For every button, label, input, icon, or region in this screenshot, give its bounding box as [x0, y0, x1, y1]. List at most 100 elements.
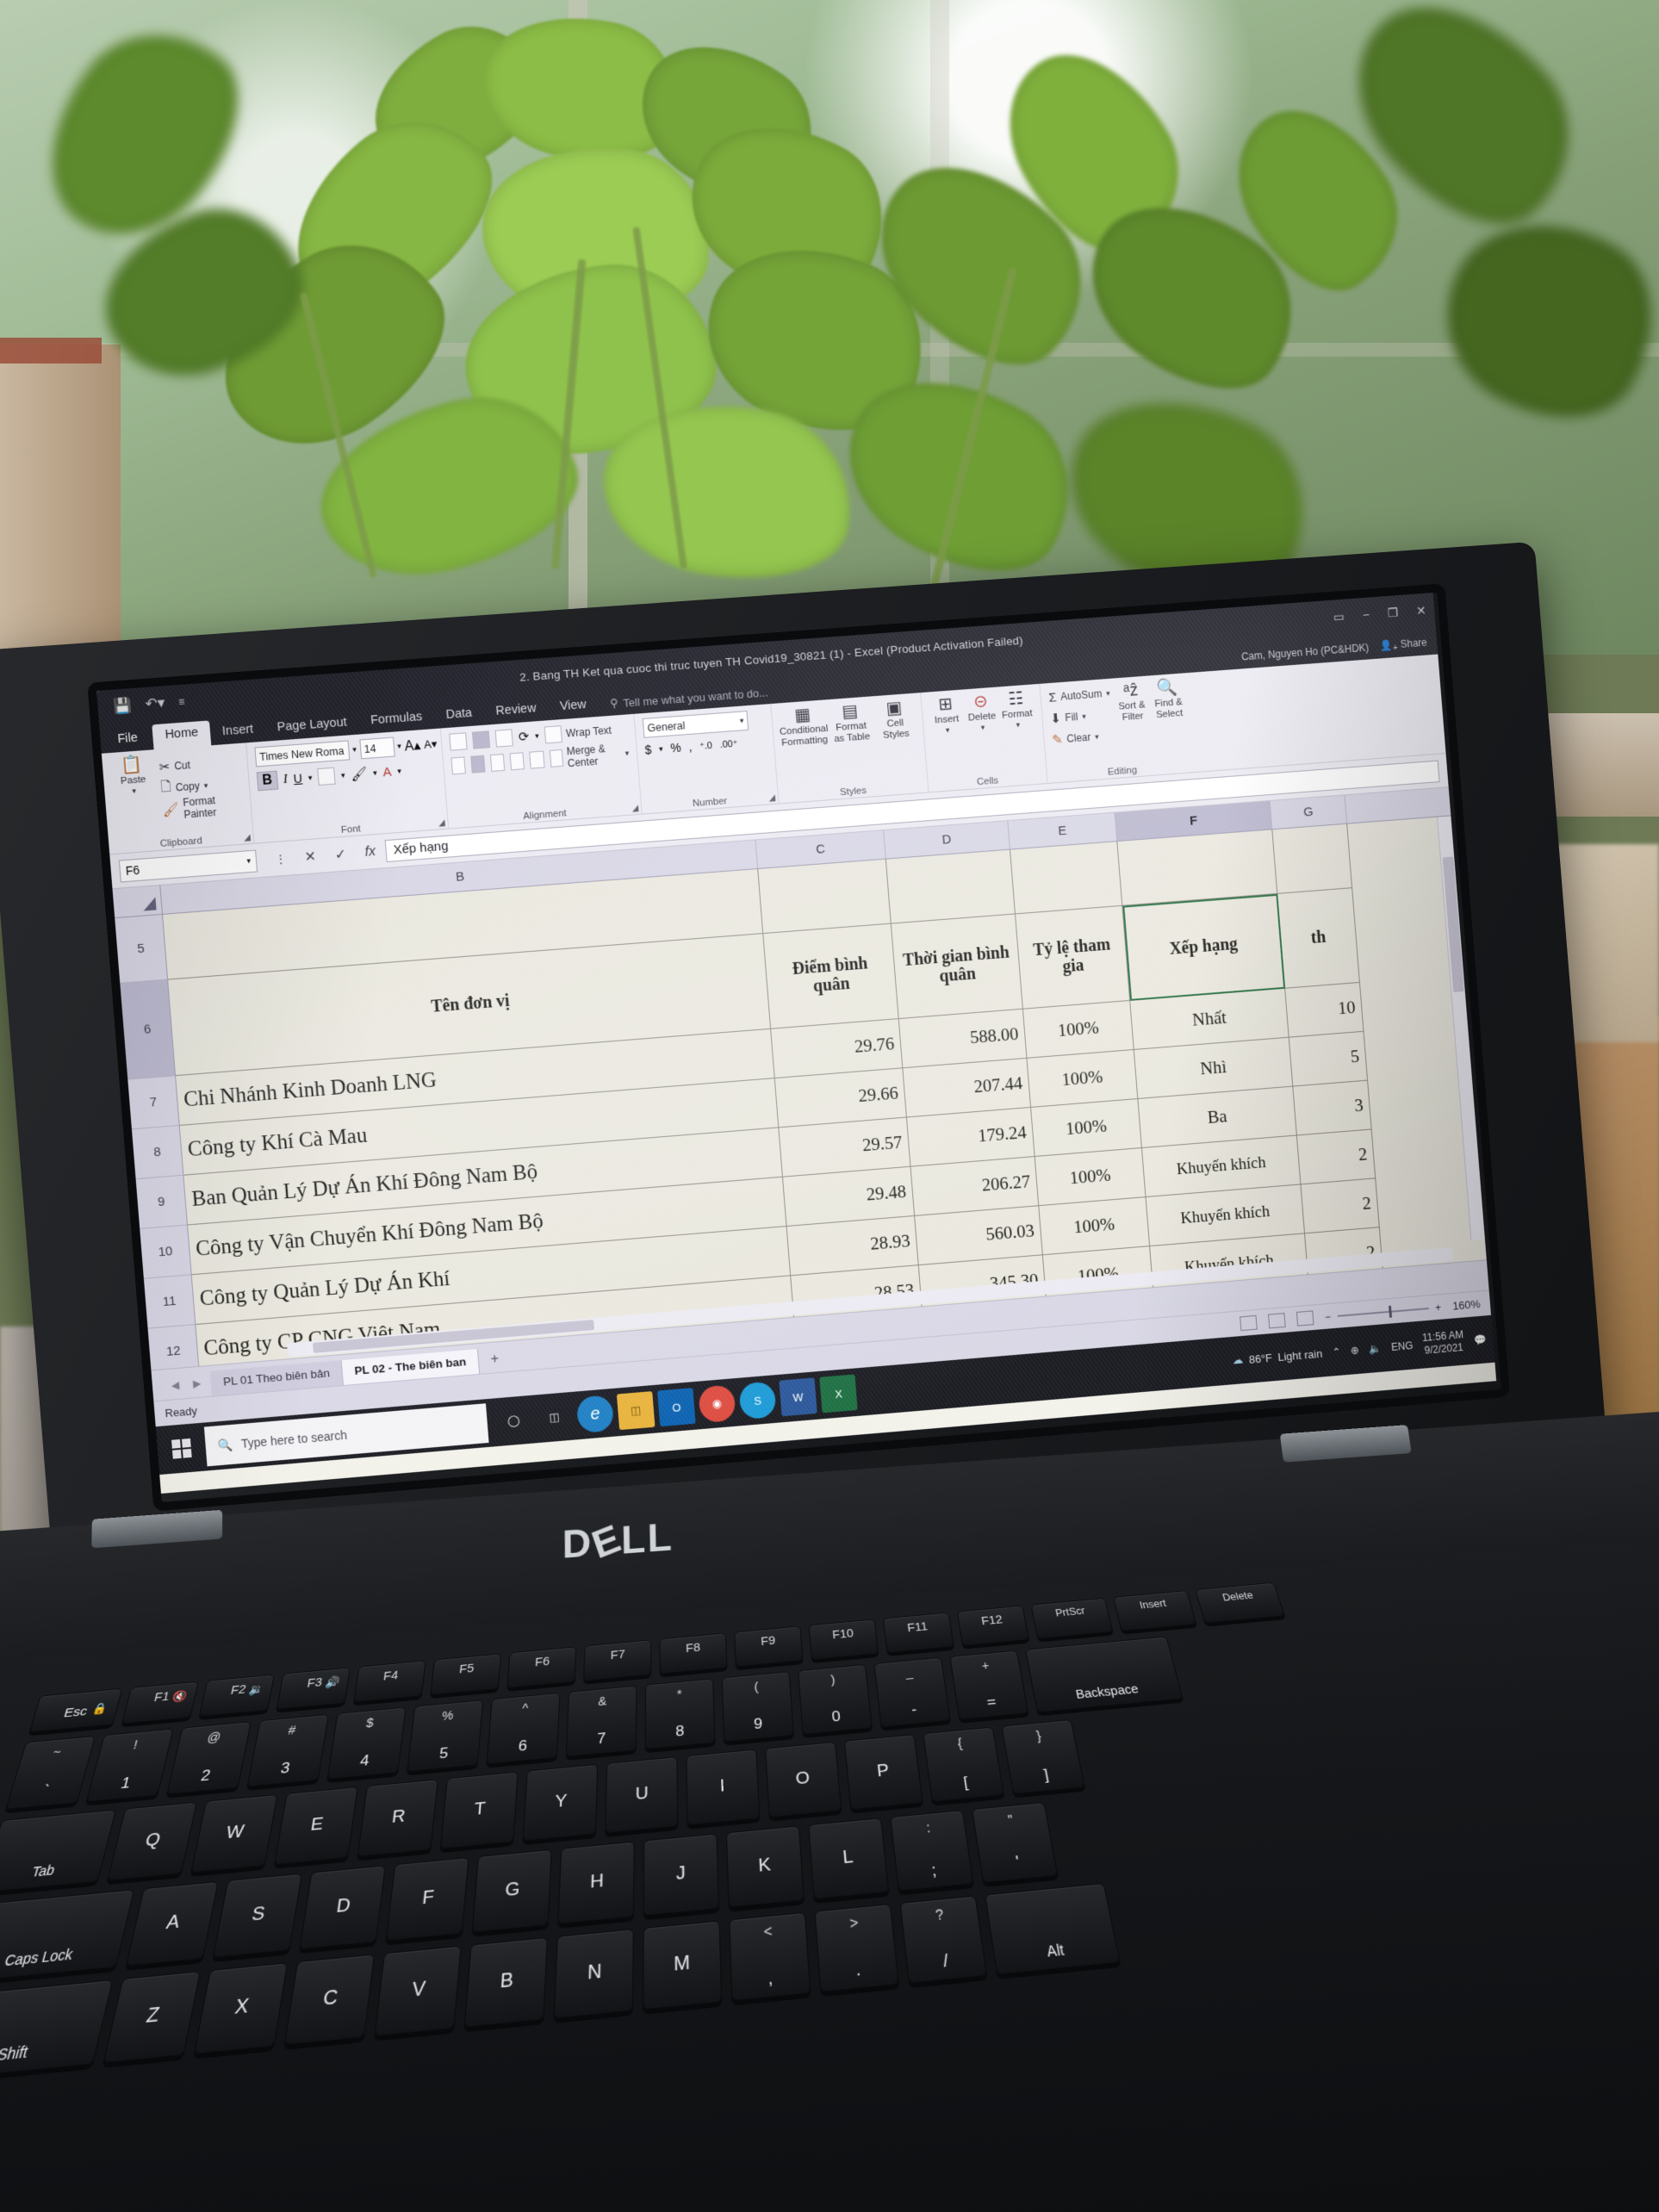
key-shift-left[interactable]: Shift	[0, 1979, 114, 2082]
volume-icon[interactable]: 🔈	[1369, 1342, 1382, 1355]
row-header-12[interactable]: 12	[147, 1325, 200, 1370]
key-d[interactable]: D	[299, 1865, 386, 1950]
key-0[interactable]: ) 0	[798, 1663, 873, 1736]
wrap-text-button[interactable]: Wrap Text	[544, 721, 612, 745]
keyboard[interactable]: Esc 🔒 F1 🔇 F2 🔉 F3 🔊 F4 F5 F6 F7 F8 F9 F10 F…	[0, 1550, 1659, 2212]
key-p[interactable]: P	[843, 1734, 923, 1811]
key-f8[interactable]: F8	[659, 1632, 728, 1675]
zoom-out-button[interactable]: −	[1325, 1310, 1332, 1322]
tab-view[interactable]: View	[547, 693, 599, 720]
row-header-6[interactable]: 6	[120, 979, 177, 1080]
key-caps-lock[interactable]: Caps Lock	[0, 1889, 135, 1984]
tab-data[interactable]: Data	[433, 701, 485, 729]
cut-button[interactable]: ✂ Cut	[158, 752, 240, 777]
borders-dropdown-icon[interactable]: ▾	[341, 770, 345, 780]
key-g[interactable]: G	[471, 1849, 552, 1934]
font-size-dropdown-icon[interactable]: ▾	[397, 742, 401, 751]
key-equals[interactable]: + =	[949, 1650, 1029, 1720]
zoom-knob[interactable]	[1388, 1305, 1392, 1318]
word-icon[interactable]: W	[779, 1377, 817, 1417]
key-q[interactable]: Q	[106, 1801, 198, 1881]
paste-button[interactable]: 📋 Paste ▾	[109, 755, 156, 797]
format-as-table-button[interactable]: ▤ Format as Table	[828, 701, 873, 745]
task-view-icon[interactable]: ◫	[535, 1398, 574, 1437]
fill-button[interactable]: ⬇ Fill ▾	[1050, 705, 1113, 728]
action-center-icon[interactable]: 💬	[1474, 1333, 1487, 1346]
align-center-icon[interactable]	[470, 755, 486, 774]
chevron-down-icon[interactable]: ▾	[740, 716, 744, 725]
cell-E7[interactable]: 100%	[1022, 1000, 1134, 1059]
key-1[interactable]: ! 1	[85, 1728, 174, 1803]
cell-G5[interactable]	[1272, 823, 1353, 894]
font-color-dropdown-icon[interactable]: ▾	[397, 766, 401, 775]
percent-button[interactable]: %	[670, 741, 681, 755]
chevron-down-icon[interactable]: ▾	[1106, 688, 1110, 698]
chevron-down-icon[interactable]: ▾	[1082, 711, 1086, 721]
key-esc[interactable]: Esc 🔒	[28, 1687, 123, 1733]
number-dialog-launcher-icon[interactable]: ◢	[768, 793, 775, 803]
merge-center-button[interactable]: Merge & Center ▾	[549, 743, 630, 769]
key-u[interactable]: U	[605, 1756, 679, 1834]
key-f1[interactable]: F1 🔇	[121, 1681, 200, 1724]
key-f3[interactable]: F3 🔊	[276, 1667, 351, 1710]
key-insert[interactable]: Insert	[1112, 1590, 1197, 1631]
cell-E5[interactable]	[1010, 842, 1123, 915]
key-prtscr[interactable]: PrtScr	[1030, 1597, 1114, 1639]
decrease-decimal-icon[interactable]: .00⁺	[719, 737, 738, 749]
cell-G10[interactable]: 2	[1296, 1129, 1376, 1185]
select-all-corner[interactable]	[112, 885, 163, 918]
chevron-down-icon[interactable]: ▾	[203, 780, 208, 790]
italic-button[interactable]: I	[283, 772, 288, 786]
cell-E8[interactable]: 100%	[1027, 1049, 1139, 1108]
align-right-icon[interactable]	[490, 753, 506, 772]
cell-D6[interactable]: Thời gian bình quân	[891, 914, 1023, 1020]
cell-E10[interactable]: 100%	[1035, 1147, 1146, 1207]
align-bottom-icon[interactable]	[494, 729, 513, 748]
start-button[interactable]	[156, 1423, 208, 1475]
delete-cells-button[interactable]: ⊝ Delete ▾	[964, 692, 999, 733]
edge-icon[interactable]: e	[575, 1395, 615, 1434]
show-hidden-icons-icon[interactable]: ⌃	[1332, 1345, 1341, 1358]
weather-widget[interactable]: ☁ 86°F Light rain	[1232, 1346, 1323, 1367]
font-color-icon[interactable]: A	[382, 764, 392, 780]
cell-E9[interactable]: 100%	[1031, 1098, 1142, 1158]
grow-font-icon[interactable]: A▴	[404, 736, 421, 755]
chevron-down-icon[interactable]: ▾	[945, 725, 949, 734]
cell-G9[interactable]: 3	[1293, 1080, 1372, 1136]
key-t[interactable]: T	[439, 1771, 519, 1849]
currency-button[interactable]: $	[644, 743, 652, 756]
currency-dropdown-icon[interactable]: ▾	[659, 744, 663, 754]
insert-cells-button[interactable]: ⊞ Insert ▾	[929, 694, 964, 736]
zoom-level-label[interactable]: 160%	[1452, 1297, 1481, 1312]
add-sheet-button[interactable]: +	[478, 1347, 512, 1374]
key-delete[interactable]: Delete	[1195, 1581, 1286, 1624]
ribbon-display-options-icon[interactable]: ▭	[1333, 609, 1345, 624]
normal-view-icon[interactable]	[1239, 1314, 1258, 1332]
file-explorer-icon[interactable]: ◫	[616, 1391, 656, 1431]
key-f7[interactable]: F7	[583, 1639, 652, 1681]
key-f2[interactable]: F2 🔉	[198, 1674, 276, 1718]
minimize-button[interactable]: −	[1362, 607, 1370, 622]
skype-icon[interactable]: S	[738, 1381, 777, 1420]
name-box[interactable]: F6 ▾	[118, 849, 258, 883]
cell-E11[interactable]: 100%	[1039, 1197, 1151, 1256]
fill-color-dropdown-icon[interactable]: ▾	[373, 767, 377, 777]
key-8[interactable]: * 8	[644, 1678, 716, 1750]
key-7[interactable]: & 7	[565, 1685, 637, 1757]
clipboard-dialog-launcher-icon[interactable]: ◢	[244, 833, 252, 843]
language-indicator[interactable]: ENG	[1391, 1339, 1414, 1353]
key-period[interactable]: >.	[814, 1903, 900, 1993]
key-r[interactable]: R	[357, 1779, 439, 1858]
key-9[interactable]: (9	[721, 1671, 794, 1743]
page-break-view-icon[interactable]	[1296, 1310, 1314, 1327]
key-y[interactable]: Y	[522, 1763, 599, 1842]
key-bracket-right[interactable]: }]	[1001, 1718, 1085, 1795]
cell-C6[interactable]: Điểm bình quân	[763, 923, 899, 1029]
close-button[interactable]: ✕	[1416, 603, 1427, 618]
key-f9[interactable]: F9	[734, 1625, 804, 1668]
cell-C5[interactable]	[758, 859, 892, 935]
key-c[interactable]: C	[283, 1954, 376, 2046]
key-2[interactable]: @2	[166, 1721, 252, 1795]
key-z[interactable]: Z	[103, 1970, 202, 2064]
font-name-dropdown-icon[interactable]: ▾	[352, 745, 357, 755]
